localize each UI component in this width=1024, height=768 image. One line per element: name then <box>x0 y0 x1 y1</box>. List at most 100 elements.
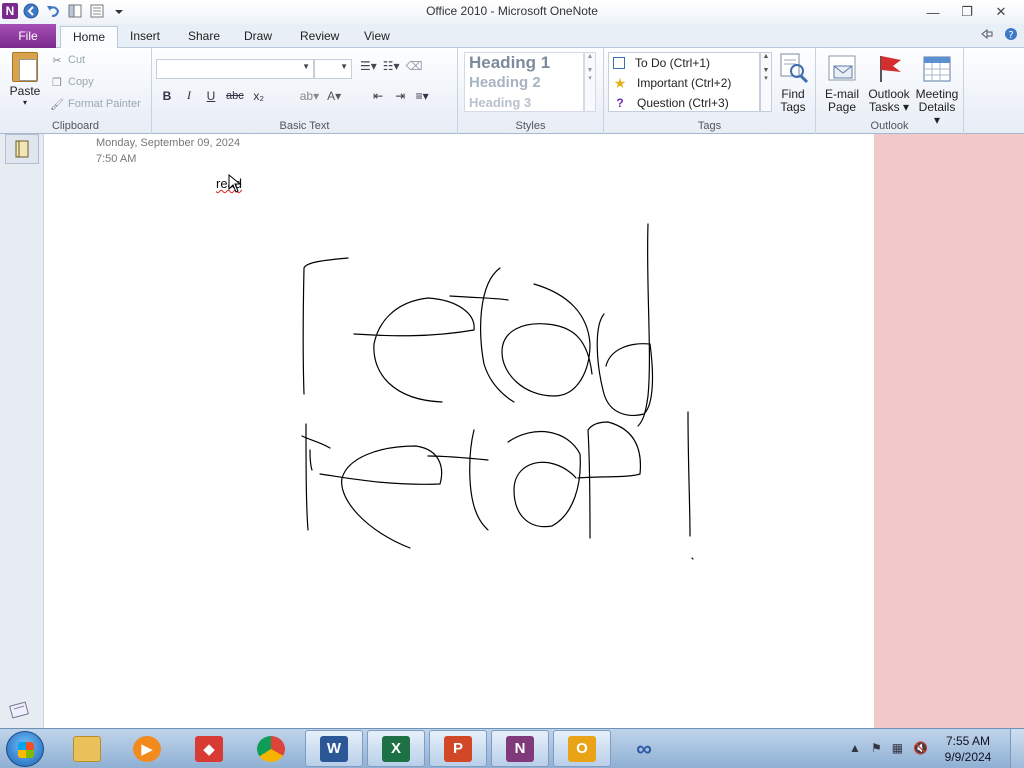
highlight-icon[interactable]: ab▾ <box>300 89 319 103</box>
style-heading-3[interactable]: Heading 3 <box>465 93 583 113</box>
taskbar-explorer[interactable] <box>58 730 116 767</box>
tag-to-do[interactable]: To Do (Ctrl+1) <box>609 53 759 73</box>
font-color-icon[interactable]: A▾ <box>327 89 341 103</box>
taskbar-onenote[interactable]: N <box>491 730 549 767</box>
cut-label: Cut <box>68 54 86 66</box>
tab-draw[interactable]: Draw <box>232 26 284 48</box>
show-desktop-button[interactable] <box>1010 729 1024 768</box>
tags-scroll[interactable]: ▲ ▼ ▾ <box>760 52 772 112</box>
chrome-icon <box>257 735 285 762</box>
paste-dropdown-icon: ▾ <box>22 98 27 107</box>
tag-to-do-label: To Do (Ctrl+1) <box>635 56 711 70</box>
taskbar-outlook[interactable]: O <box>553 730 611 767</box>
styles-gallery: Heading 1 Heading 2 Heading 3 <box>464 52 584 112</box>
styles-group-label: Styles <box>515 120 546 132</box>
action-center-flag-icon[interactable]: ⚑ <box>871 741 882 755</box>
font-size-combobox[interactable]: ▼ <box>314 59 352 79</box>
outdent-icon[interactable]: ⇤ <box>371 89 385 103</box>
indent-icon[interactable]: ⇥ <box>393 89 407 103</box>
strikethrough-button[interactable]: abc <box>226 90 244 102</box>
underline-button[interactable]: U <box>204 89 218 103</box>
powerpoint-icon: P <box>444 735 472 762</box>
format-painter-button[interactable]: 🖌 Format Painter <box>50 98 141 111</box>
tab-share[interactable]: Share <box>176 26 232 48</box>
tab-review[interactable]: Review <box>288 26 351 48</box>
format-buttons: B I U abc x₂ ab▾ A▾ ⇤ ⇥ ≡▾ <box>160 88 429 103</box>
clock-date: 9/9/2024 <box>944 750 992 764</box>
notebook-icon[interactable] <box>5 134 39 164</box>
excel-icon: X <box>382 735 410 762</box>
tags-group: To Do (Ctrl+1) ★ Important (Ctrl+2) ? Qu… <box>604 48 816 134</box>
taskbar-clock[interactable]: 7:55 AM 9/9/2024 <box>928 733 1008 765</box>
email-label-2: Page <box>827 100 857 114</box>
clear-formatting-icon[interactable]: ⌫ <box>406 59 423 73</box>
clipboard-group: Paste ▾ ✂ Cut ❐ Copy 🖌 Format Painter Cl… <box>0 48 152 134</box>
star-icon: ★ <box>613 74 627 91</box>
styles-scroll[interactable]: ▲ ▼ ▾ <box>584 52 596 112</box>
close-button[interactable]: ✕ <box>984 2 1018 22</box>
list-buttons: ☰▾ ☷▾ ⌫ <box>360 59 423 73</box>
cut-button[interactable]: ✂ Cut <box>50 54 86 67</box>
windows-taskbar: ▶ ◆ W X P N O ∞ ▲ ⚑ ▦ 🔇 7:55 AM 9/9/2024 <box>0 728 1024 768</box>
style-heading-1[interactable]: Heading 1 <box>465 53 583 73</box>
outlook-tasks-button[interactable]: Outlook Tasks ▾ <box>866 52 912 114</box>
window-title: Office 2010 - Microsoft OneNote <box>426 4 598 18</box>
tag-important[interactable]: ★ Important (Ctrl+2) <box>609 73 759 93</box>
find-tags-button[interactable]: Find Tags <box>774 52 812 114</box>
network-icon[interactable]: ▦ <box>892 741 903 755</box>
paste-button[interactable]: Paste ▾ <box>8 52 42 107</box>
help-icon[interactable]: ? <box>1004 27 1018 44</box>
italic-button[interactable]: I <box>182 88 196 103</box>
restore-button[interactable]: ❐ <box>950 2 984 22</box>
minimize-button[interactable]: — <box>916 2 950 22</box>
tags-group-label: Tags <box>697 120 722 132</box>
notebook-navigation-bar <box>0 134 44 728</box>
styles-group: Heading 1 Heading 2 Heading 3 ▲ ▼ ▾ Styles <box>458 48 604 134</box>
flag-icon <box>873 52 905 84</box>
copy-button[interactable]: ❐ Copy <box>50 76 94 89</box>
bold-button[interactable]: B <box>160 89 174 103</box>
taskbar-word[interactable]: W <box>305 730 363 767</box>
font-name-combobox[interactable]: ▼ <box>156 59 314 79</box>
tab-file[interactable]: File <box>0 24 56 48</box>
volume-muted-icon[interactable]: 🔇 <box>913 741 928 755</box>
system-tray: ▲ ⚑ ▦ 🔇 <box>849 741 928 755</box>
tag-important-label: Important (Ctrl+2) <box>637 76 732 90</box>
infinity-icon: ∞ <box>636 735 652 761</box>
email-icon <box>826 52 858 84</box>
handwriting-ink <box>301 223 694 560</box>
chevron-down-icon: ▼ <box>302 62 310 71</box>
style-heading-2[interactable]: Heading 2 <box>465 73 583 93</box>
meeting-details-button[interactable]: Meeting Details ▾ <box>914 52 960 127</box>
tab-view[interactable]: View <box>352 26 402 48</box>
outlook-tasks-label-2: Tasks ▾ <box>868 100 910 114</box>
format-painter-label: Format Painter <box>68 98 141 110</box>
numbering-icon[interactable]: ☷▾ <box>383 59 400 73</box>
taskbar-media-player[interactable]: ▶ <box>118 730 176 767</box>
tag-question[interactable]: ? Question (Ctrl+3) <box>609 93 759 113</box>
show-hidden-icons-icon[interactable]: ▲ <box>849 741 861 755</box>
minimize-ribbon-icon[interactable] <box>980 27 994 44</box>
ribbon-tab-strip: File Home Insert Share Draw Review View … <box>0 24 1024 49</box>
tab-home[interactable]: Home <box>60 26 119 49</box>
start-button[interactable] <box>6 731 44 767</box>
unfiled-notes-icon[interactable] <box>8 700 32 720</box>
clock-time: 7:55 AM <box>945 734 991 748</box>
taskbar-chrome[interactable] <box>242 730 300 767</box>
align-icon[interactable]: ≡▾ <box>415 89 429 103</box>
basic-text-group: ▼ ▼ ☰▾ ☷▾ ⌫ B I U abc x₂ ab▾ A▾ ⇤ ⇥ ≡▾ B… <box>152 48 458 134</box>
bullets-icon[interactable]: ☰▾ <box>360 59 377 73</box>
taskbar-infinity-app[interactable]: ∞ <box>615 730 673 767</box>
email-page-button[interactable]: E-mail Page <box>822 52 862 114</box>
ribbon-right-icons: ? <box>980 27 1018 44</box>
checkbox-icon <box>613 57 625 69</box>
subscript-button[interactable]: x₂ <box>252 89 266 103</box>
taskbar-excel[interactable]: X <box>367 730 425 767</box>
tab-insert[interactable]: Insert <box>118 26 172 48</box>
taskbar-app-red[interactable]: ◆ <box>180 730 238 767</box>
basic-text-group-label: Basic Text <box>279 120 330 132</box>
outlook-group-label: Outlook <box>870 120 909 132</box>
taskbar-powerpoint[interactable]: P <box>429 730 487 767</box>
media-player-icon: ▶ <box>133 735 161 762</box>
note-page[interactable]: Monday, September 09, 2024 7:50 AM read <box>48 134 874 728</box>
